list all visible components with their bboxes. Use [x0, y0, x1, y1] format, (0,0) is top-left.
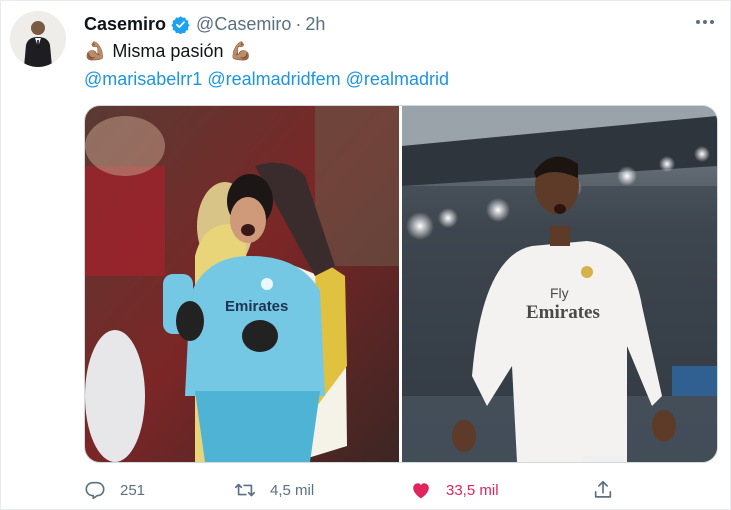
reply-count: 251: [120, 481, 146, 499]
reply-button[interactable]: 251: [84, 475, 145, 505]
tweet-body-text: Misma pasión: [112, 41, 224, 61]
mention-link[interactable]: @marisabelrr1: [84, 69, 202, 89]
author-handle[interactable]: @Casemiro: [196, 14, 291, 35]
tweet-text: 💪🏽 Misma pasión 💪🏽: [84, 41, 252, 62]
tweet-mentions: @marisabelrr1 @realmadridfem @realmadrid: [84, 69, 449, 90]
tweet-header: Casemiro @Casemiro · 2h: [84, 13, 325, 35]
verified-badge-icon: [171, 15, 190, 34]
photo-right-image: Fly Emirates: [402, 106, 717, 462]
photo-left-sponsor: Emirates: [225, 298, 288, 315]
tweet-actions: 251 4,5 mil 33,5 mil: [84, 475, 624, 505]
more-icon[interactable]: [693, 14, 717, 30]
photo-right-sponsor-line-1: Fly: [550, 285, 569, 301]
reply-icon: [85, 481, 105, 500]
header-separator: ·: [295, 13, 302, 34]
like-button[interactable]: 33,5 mil: [410, 475, 499, 505]
retweet-icon: [235, 483, 255, 497]
like-count: 33,5 mil: [446, 481, 499, 499]
tweet-card[interactable]: Casemiro @Casemiro · 2h 💪🏽 Misma pasión …: [0, 0, 731, 510]
avatar-image: [10, 11, 66, 67]
share-button[interactable]: [592, 475, 628, 505]
mention-link[interactable]: @realmadridfem: [207, 69, 340, 89]
photo-casemiro-stadium[interactable]: Fly Emirates: [402, 106, 717, 462]
share-icon: [594, 480, 612, 498]
flexed-biceps-emoji-left: 💪🏽: [84, 41, 107, 61]
tweet-timestamp[interactable]: 2h: [305, 14, 325, 35]
tweet-media: Emirates Fly Emirates: [84, 105, 718, 463]
photo-left-image: Emirates: [85, 106, 399, 462]
retweet-button[interactable]: 4,5 mil: [234, 475, 314, 505]
photo-womens-goalkeeper[interactable]: Emirates: [85, 106, 399, 462]
like-icon: [413, 483, 429, 499]
mention-link[interactable]: @realmadrid: [346, 69, 449, 89]
author-name[interactable]: Casemiro: [84, 14, 166, 35]
author-avatar[interactable]: [10, 11, 66, 67]
flexed-biceps-emoji-right: 💪🏽: [229, 41, 252, 61]
retweet-count: 4,5 mil: [270, 481, 315, 499]
photo-right-sponsor-line-2: Emirates: [526, 302, 600, 323]
